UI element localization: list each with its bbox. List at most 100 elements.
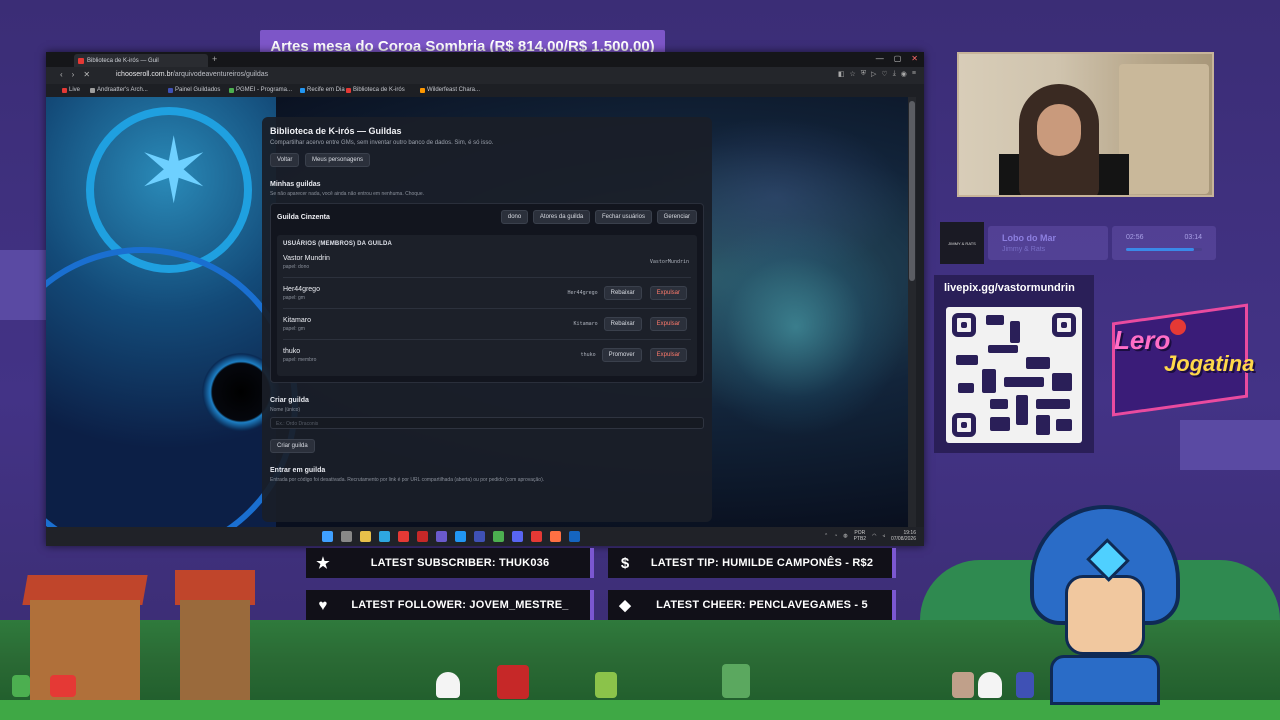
bookmark-label: Wilderfeast Chara... xyxy=(427,87,481,93)
bookmark-star-icon[interactable]: ☆ xyxy=(849,70,855,78)
taskbar-app-icon[interactable] xyxy=(512,531,523,542)
member-role: papel: dono xyxy=(283,263,310,270)
logo-text-bottom: Jogatina xyxy=(1164,351,1255,376)
megaman-face xyxy=(1065,575,1145,655)
member-actions: thuko Promover Expulsar xyxy=(581,348,691,362)
bookmark-favicon-icon xyxy=(346,87,351,93)
bookmark-favicon-icon xyxy=(420,87,425,93)
member-name: Her44grego xyxy=(283,285,320,293)
livepix-url: livepix.gg/vastormundrin xyxy=(944,282,1075,294)
scrollbar-thumb[interactable] xyxy=(909,101,915,281)
bookmark-item[interactable]: Live xyxy=(62,87,80,93)
latest-tip-bar: $ LATEST TIP: HUMILDE CAMPONÊS - R$2 xyxy=(608,548,896,578)
member-role-button[interactable]: Rebaixar xyxy=(603,286,642,300)
taskbar-app-icon[interactable] xyxy=(322,531,333,542)
taskbar-app-icon[interactable] xyxy=(379,531,390,542)
member-info: Her44grego papel: gm xyxy=(283,286,320,301)
layout-text: PTB2 xyxy=(853,536,867,542)
taskbar-app-icon[interactable] xyxy=(398,531,409,542)
bookmark-item[interactable]: Andraatter's Arch... xyxy=(90,87,148,93)
extension-icon[interactable]: ◧ xyxy=(838,70,845,78)
kick-member-button[interactable]: Expulsar xyxy=(649,348,687,362)
wifi-icon[interactable]: ◠ xyxy=(872,533,876,539)
back-arrow-icon[interactable]: ‹ xyxy=(60,70,63,79)
close-icon[interactable]: ✕ xyxy=(911,54,918,63)
latest-subscriber-bar: ★ LATEST SUBSCRIBER: THUK036 xyxy=(306,548,594,578)
taskbar-app-icon[interactable] xyxy=(341,531,352,542)
chevron-up-icon[interactable]: ⌃ xyxy=(824,533,828,539)
qr-finder xyxy=(952,313,976,337)
stop-icon[interactable]: ✕ xyxy=(83,70,90,79)
url-field[interactable]: ichooseroll.com.br/arquivodeaventureiros… xyxy=(116,71,268,78)
member-row: Kitamaro papel: gm Kitamaro Rebaixar Expulsa… xyxy=(283,309,691,340)
dollar-icon: $ xyxy=(620,554,630,572)
taskbar-app-icon[interactable] xyxy=(455,531,466,542)
taskbar-app-icon[interactable] xyxy=(436,531,447,542)
pixel-cloud xyxy=(1180,420,1280,470)
minimize-icon[interactable]: — xyxy=(876,54,884,63)
browser-window: Biblioteca de K-irós — Guil + — ▢ ✕ ‹ › … xyxy=(46,52,924,546)
taskbar-app-icon[interactable] xyxy=(550,531,561,542)
bookmark-item[interactable]: Recife em Dia xyxy=(300,87,345,93)
clock[interactable]: 19:16 07/08/2026 xyxy=(891,530,916,542)
qr-code xyxy=(946,307,1082,443)
kick-member-button[interactable]: Expulsar xyxy=(649,317,687,331)
mic-icon[interactable]: ◍ xyxy=(843,533,847,539)
my-guilds-hint: Se não aparecer nada, você ainda não ent… xyxy=(270,191,424,197)
track-info: Lobo do Mar Jimmy & Rats xyxy=(988,226,1108,260)
volume-icon[interactable]: ◃ xyxy=(882,533,885,539)
page-scrollbar[interactable] xyxy=(908,97,916,546)
my-characters-button[interactable]: Meus personagens xyxy=(305,153,371,167)
menu-icon[interactable]: ≡ xyxy=(912,70,916,78)
play-icon[interactable]: ▷ xyxy=(871,70,876,78)
taskbar-app-icon[interactable] xyxy=(417,531,428,542)
bar-accent xyxy=(892,590,896,620)
window-controls: — ▢ ✕ xyxy=(876,54,918,63)
bookmark-favicon-icon xyxy=(62,87,67,93)
qr-module xyxy=(982,369,996,393)
guild-name-input[interactable]: Ex.: Ordo Draconis xyxy=(270,417,704,429)
guilds-panel: Biblioteca de K-irós — Guildas Compartil… xyxy=(262,117,712,522)
download-icon[interactable]: ⤓ xyxy=(893,70,896,78)
taskbar-app-icon[interactable] xyxy=(474,531,485,542)
kick-member-button[interactable]: Expulsar xyxy=(649,286,687,300)
network-icon[interactable]: ◔ xyxy=(834,533,837,539)
pixel-character xyxy=(952,672,974,698)
taskbar-app-icon[interactable] xyxy=(569,531,580,542)
track-progress-fill xyxy=(1126,248,1195,251)
taskbar-app-icon[interactable] xyxy=(360,531,371,542)
heart-icon[interactable]: ♡ xyxy=(881,70,887,78)
member-info: thuko papel: membro xyxy=(283,348,316,363)
create-guild-button[interactable]: Criar guilda xyxy=(270,439,315,453)
bookmark-item[interactable]: Biblioteca de K-irós xyxy=(346,87,405,93)
bookmark-item[interactable]: Painel Guildados xyxy=(168,87,220,93)
new-tab-icon[interactable]: + xyxy=(212,54,217,64)
taskbar-app-icon[interactable] xyxy=(531,531,542,542)
member-role-button[interactable]: Promover xyxy=(601,348,642,362)
compass-star-icon: ✶ xyxy=(136,122,212,222)
keyboard-lang[interactable]: POR PTB2 xyxy=(854,530,867,542)
browser-tab[interactable]: Biblioteca de K-irós — Guil xyxy=(74,54,208,67)
bar-accent xyxy=(590,590,594,620)
role-badge: dono xyxy=(500,210,529,224)
forward-arrow-icon[interactable]: › xyxy=(72,70,75,79)
maximize-icon[interactable]: ▢ xyxy=(894,54,902,63)
close-users-button[interactable]: Fechar usuários xyxy=(594,210,652,224)
shield-icon[interactable]: ⛨ xyxy=(861,70,866,78)
back-button[interactable]: Voltar xyxy=(270,153,300,167)
profile-icon[interactable]: ◉ xyxy=(901,70,907,78)
address-bar: ‹ › ✕ ichooseroll.com.br/arquivodeaventu… xyxy=(46,67,924,84)
join-guild-hint: Entrada por código foi desativada. Recru… xyxy=(270,477,545,483)
bookmark-item[interactable]: PGMEI - Programa... xyxy=(229,87,292,93)
member-role-button[interactable]: Rebaixar xyxy=(603,317,642,331)
tab-favicon-icon xyxy=(78,57,84,64)
member-actions: Her44grego Rebaixar Expulsar xyxy=(568,286,691,300)
guild-actors-button[interactable]: Atores da guilda xyxy=(532,210,591,224)
taskbar-app-icon[interactable] xyxy=(493,531,504,542)
megaman-character xyxy=(1020,505,1190,705)
album-cover: JIMMY & RATS xyxy=(940,222,984,264)
streamer-face xyxy=(1037,104,1081,156)
bookmark-item[interactable]: Wilderfeast Chara... xyxy=(420,87,480,93)
bookmark-favicon-icon xyxy=(168,87,173,93)
manage-button[interactable]: Gerenciar xyxy=(656,210,697,224)
